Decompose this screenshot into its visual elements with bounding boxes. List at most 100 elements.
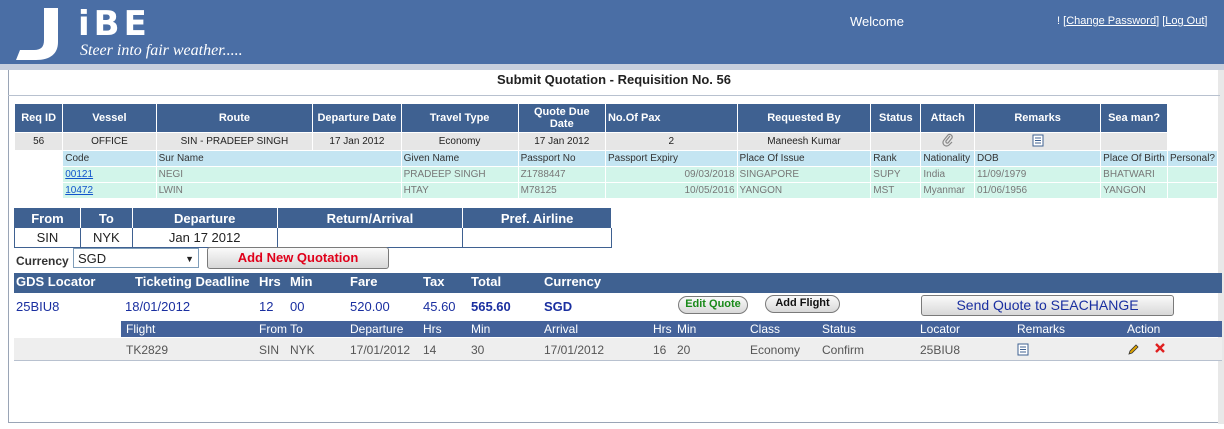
quote-col-currency: Currency: [544, 274, 602, 289]
route: SIN - PRADEEP SINGH: [155, 132, 314, 151]
flight-to: NYK: [290, 343, 315, 357]
quote-min: 00: [290, 299, 305, 314]
logo-letters: iBE: [78, 4, 151, 44]
note-icon[interactable]: [1032, 134, 1044, 147]
crew-passport-expiry: 10/05/2016: [604, 182, 738, 199]
quote-tax: 45.60: [423, 299, 456, 314]
divider: [14, 360, 1222, 361]
quote-col-fare: Fare: [350, 274, 378, 289]
crew-row: 00121 NEGI PRADEEP SINGH Z1788447 09/03/…: [13, 166, 1219, 183]
route-return-arrival: [277, 228, 464, 248]
pencil-edit-icon[interactable]: [1127, 343, 1140, 356]
quote-col-gds: GDS Locator: [16, 274, 96, 289]
col-quote-due-date: Quote Due Date: [517, 103, 606, 133]
quote-gds: 25BIU8: [16, 299, 60, 314]
crew-col-place-of-birth: Place Of Birth: [1100, 150, 1168, 167]
bang-text: !: [1057, 15, 1061, 27]
requisition-row: 56 OFFICE SIN - PRADEEP SINGH 17 Jan 201…: [13, 132, 1218, 151]
flight-min: 30: [471, 343, 485, 357]
seaman-cell: [1100, 132, 1168, 151]
route-table: From To Departure Return/Arrival Pref. A…: [14, 208, 612, 248]
crew-col-passport-no: Passport No: [517, 150, 606, 167]
currency-label: Currency: [16, 254, 69, 268]
crew-nationality: Myanmar: [920, 182, 976, 199]
edit-quote-button[interactable]: Edit Quote: [678, 296, 748, 314]
crew-row: 10472 LWIN HTAY M78125 10/05/2016 YANGON…: [13, 182, 1219, 199]
flight-from: SIN: [259, 343, 280, 357]
col-vessel: Vessel: [62, 103, 157, 133]
route-col-from: From: [14, 208, 81, 228]
quote-currency: SGD: [544, 299, 573, 314]
quote-hrs: 12: [259, 299, 274, 314]
flight-col-departure: Departure: [350, 322, 404, 336]
currency-select[interactable]: SGD ▼: [73, 248, 199, 268]
flight-col-hrs: Hrs: [423, 322, 442, 336]
crew-col-nationality: Nationality: [920, 150, 976, 167]
send-quote-button[interactable]: Send Quote to SEACHANGE: [921, 295, 1174, 316]
requisition-table: Req ID Vessel Route Departure Date Trave…: [13, 103, 1219, 199]
col-requested-by: Requested By: [736, 103, 872, 133]
crew-personal: [1166, 182, 1219, 199]
logo-tagline: Steer into fair weather.....: [80, 42, 243, 59]
route-departure: Jan 17 2012: [132, 228, 278, 248]
quote-col-total: Total: [471, 274, 502, 289]
add-flight-button[interactable]: Add Flight: [765, 295, 840, 313]
quote-col-hrs: Hrs: [259, 274, 281, 289]
flight-col-min: Min: [471, 322, 491, 336]
flight-min2: 20: [677, 343, 691, 357]
flight-hrs: 14: [423, 343, 437, 357]
crew-place-of-birth: BHATWARI: [1100, 166, 1168, 183]
crew-code-link[interactable]: 10472: [65, 185, 93, 196]
col-travel-type: Travel Type: [400, 103, 519, 133]
crew-rank: SUPY: [870, 166, 922, 183]
crew-col-rank: Rank: [870, 150, 922, 167]
route-pref-airline: [462, 228, 612, 248]
crew-place-of-issue: SINGAPORE: [736, 166, 872, 183]
crew-col-passport-expiry: Passport Expiry: [604, 150, 738, 167]
crew-col-place-of-issue: Place Of Issue: [736, 150, 872, 167]
delete-x-icon[interactable]: [1154, 342, 1166, 354]
flight-col-hrs2: Hrs: [653, 322, 672, 336]
flight-col-arrival: Arrival: [544, 322, 579, 336]
app-header: iBE Steer into fair weather..... Welcome…: [0, 0, 1224, 64]
col-attach: Attach: [920, 103, 976, 133]
scrollbar[interactable]: [1218, 70, 1224, 424]
crew-code-link[interactable]: 00121: [65, 169, 93, 180]
departure-date: 17 Jan 2012: [312, 132, 402, 151]
route-col-pref-airline: Pref. Airline: [462, 208, 612, 228]
crew-sur-name: NEGI: [155, 166, 402, 183]
col-departure-date: Departure Date: [312, 103, 402, 133]
quote-fare: 520.00: [350, 299, 390, 314]
log-out-link[interactable]: Log Out: [1165, 15, 1204, 27]
page-title: Submit Quotation - Requisition No. 56: [497, 72, 731, 87]
paperclip-icon[interactable]: [942, 133, 954, 147]
quote-col-deadline: Ticketing Deadline: [135, 274, 250, 289]
quote-col-tax: Tax: [423, 274, 445, 289]
note-icon[interactable]: [1017, 343, 1029, 356]
flight-status: Confirm: [822, 343, 865, 357]
requested-by: Maneesh Kumar: [736, 132, 872, 151]
quote-deadline: 18/01/2012: [125, 299, 191, 314]
crew-col-dob: DOB: [974, 150, 1102, 167]
crew-passport-no: M78125: [517, 182, 606, 199]
travel-type: Economy: [400, 132, 519, 151]
flight-col-from-to: From To: [259, 322, 303, 336]
welcome-text: Welcome: [850, 14, 904, 29]
crew-passport-no: Z1788447: [517, 166, 606, 183]
change-password-link[interactable]: Change Password: [1066, 15, 1156, 27]
currency-value: SGD: [78, 251, 107, 266]
add-new-quotation-button[interactable]: Add New Quotation: [207, 247, 389, 269]
quote-due-date: 17 Jan 2012: [517, 132, 606, 151]
vessel: OFFICE: [62, 132, 157, 151]
crew-dob: 01/06/1956: [974, 182, 1102, 199]
col-route: Route: [155, 103, 314, 133]
divider: [8, 95, 1220, 96]
attach-cell: [920, 132, 976, 151]
route-col-departure: Departure: [132, 208, 278, 228]
flight-col-class: Class: [750, 322, 781, 336]
status: [870, 132, 922, 151]
flight-hrs2: 16: [653, 343, 667, 357]
route-from: SIN: [14, 228, 81, 248]
flight-number: TK2829: [126, 343, 169, 357]
crew-personal: [1166, 166, 1219, 183]
